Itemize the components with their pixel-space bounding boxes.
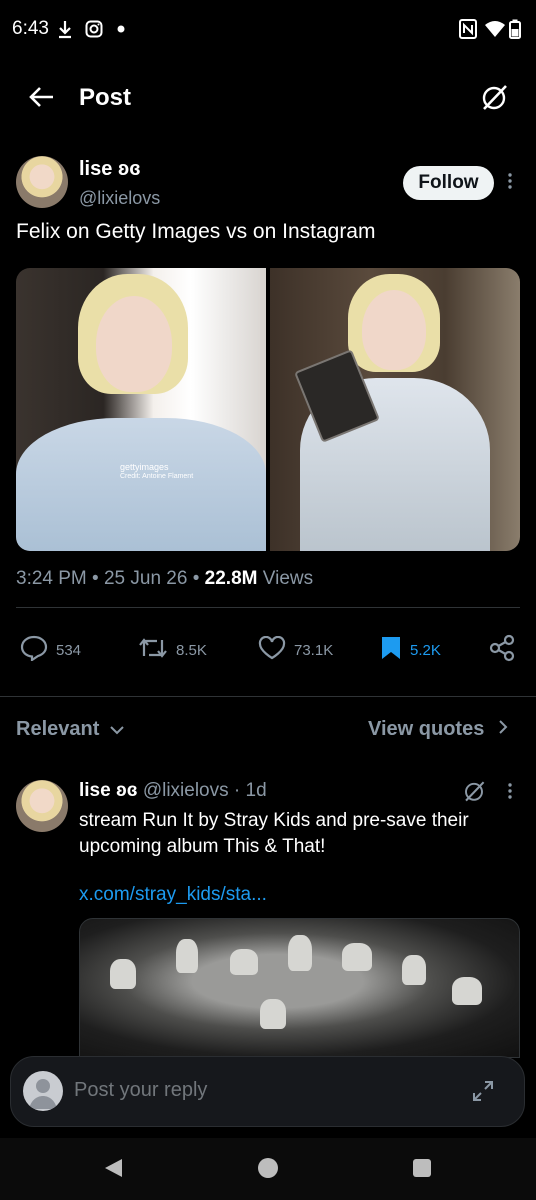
reply-button[interactable]: 534 (20, 635, 82, 665)
reply-author-name[interactable]: lise ʚɞ (79, 780, 138, 801)
bookmark-icon (380, 635, 402, 665)
repost-icon (138, 636, 168, 664)
watermark-brand: gettyimages (120, 462, 169, 472)
getty-watermark: gettyimages Credit: Antoine Flament (120, 462, 193, 482)
more-vertical-icon (508, 172, 512, 194)
author-handle[interactable]: @lixielovs (79, 188, 160, 209)
figure-shape (452, 977, 482, 1005)
author-name[interactable]: lise ʚɞ (79, 158, 141, 181)
post-meta: 3:24 PM • 25 Jun 26 • 22.8M Views (16, 568, 314, 589)
figure-shape (176, 939, 198, 973)
like-button[interactable]: 73.1K (258, 635, 334, 664)
triangle-back-icon (102, 1157, 124, 1184)
figure-shape (342, 943, 372, 971)
composer-avatar (23, 1071, 63, 1111)
circle-home-icon (257, 1157, 279, 1184)
back-button[interactable] (26, 84, 58, 114)
views-label: Views (262, 568, 314, 589)
reply-media[interactable] (79, 918, 520, 1058)
view-quotes-link[interactable]: View quotes (368, 718, 508, 741)
views-count: 22.8M (204, 568, 258, 589)
grok-icon (479, 82, 509, 117)
reply-link[interactable]: x.com/stray_kids/sta... (79, 884, 267, 906)
chevron-right-icon (498, 718, 508, 741)
reply-grok-button[interactable] (458, 778, 490, 808)
system-nav-bar (0, 1138, 536, 1200)
nfc-icon (458, 18, 478, 40)
post-date: 25 Jun 26 (103, 568, 188, 589)
expand-icon (471, 1079, 495, 1108)
media-image-left[interactable]: gettyimages Credit: Antoine Flament (16, 268, 266, 551)
reply-composer[interactable]: Post your reply (10, 1056, 525, 1127)
reply-age: 1d (245, 780, 267, 801)
face-shape (362, 290, 426, 370)
reply-author-handle[interactable]: @lixielovs (143, 780, 229, 801)
nav-back-button[interactable] (98, 1156, 128, 1184)
figure-shape (288, 935, 312, 971)
reply-input[interactable]: Post your reply (74, 1079, 207, 1102)
follow-button[interactable]: Follow (403, 166, 494, 200)
chevron-down-icon (109, 718, 125, 741)
share-icon (488, 634, 516, 666)
divider (0, 696, 536, 697)
dot-icon (116, 18, 126, 40)
figure-shape (402, 955, 426, 985)
reply-avatar[interactable] (16, 780, 68, 832)
post-media[interactable]: gettyimages Credit: Antoine Flament (16, 268, 520, 551)
more-vertical-icon (508, 782, 512, 804)
figure-shape (260, 999, 286, 1029)
wifi-icon (484, 18, 506, 40)
post-text: Felix on Getty Images vs on Instagram (16, 220, 376, 243)
figure-shape (110, 959, 136, 989)
media-image-right[interactable] (270, 268, 520, 551)
bookmark-count: 5.2K (410, 641, 441, 659)
view-quotes-label: View quotes (368, 718, 485, 740)
expand-button[interactable] (469, 1079, 497, 1107)
square-recents-icon (412, 1158, 432, 1183)
repost-button[interactable]: 8.5K (138, 636, 207, 664)
nav-home-button[interactable] (254, 1156, 282, 1184)
status-bar: 6:43 (0, 0, 536, 60)
reply-more-button[interactable] (502, 780, 518, 806)
jacket-shape (16, 418, 266, 551)
more-options-button[interactable] (502, 170, 518, 196)
watermark-credit: Credit: Antoine Flament (120, 473, 194, 480)
post-time: 3:24 PM (16, 568, 87, 589)
reply-text: stream Run It by Stray Kids and pre-save… (79, 810, 469, 857)
page-title: Post (79, 84, 132, 111)
avatar[interactable] (16, 156, 68, 208)
face-shape (96, 296, 172, 392)
repost-count: 8.5K (176, 641, 207, 659)
nav-recents-button[interactable] (408, 1156, 436, 1184)
battery-icon (508, 18, 522, 40)
divider (16, 607, 520, 608)
arrow-left-icon (29, 86, 55, 113)
grok-icon (462, 779, 486, 808)
grok-button[interactable] (476, 82, 512, 116)
reply-icon (20, 635, 48, 665)
status-time: 6:43 (12, 18, 49, 39)
download-icon (56, 18, 74, 40)
reply-header: lise ʚɞ @lixielovs · 1d (79, 780, 267, 801)
sort-label: Relevant (16, 718, 100, 740)
sort-replies-dropdown[interactable]: Relevant (16, 718, 125, 741)
instagram-icon (84, 18, 104, 40)
reply-count: 534 (56, 641, 82, 659)
like-count: 73.1K (294, 641, 334, 659)
share-button[interactable] (488, 634, 516, 666)
heart-icon (258, 635, 286, 664)
figure-shape (230, 949, 258, 975)
bookmark-button[interactable]: 5.2K (380, 636, 441, 664)
